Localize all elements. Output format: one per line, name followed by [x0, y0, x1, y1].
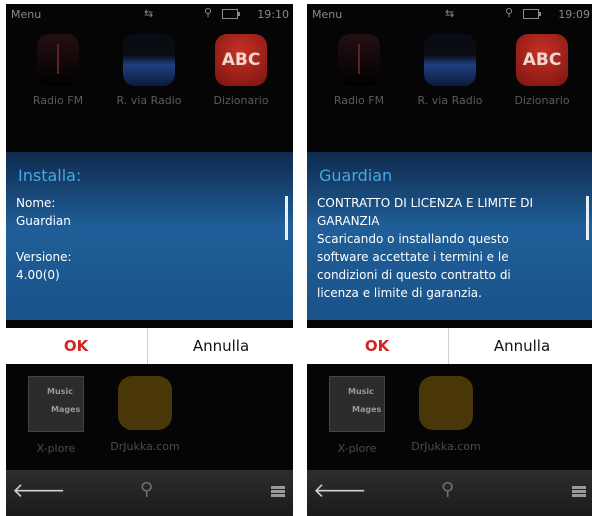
dialog-body: CONTRATTO DI LICENZA E LIMITE DI GARANZI…: [317, 194, 567, 302]
options-menu-icon[interactable]: [271, 486, 285, 497]
options-menu-icon[interactable]: [572, 486, 586, 497]
app-label: Dizionario: [213, 94, 269, 107]
icon-text: Music: [47, 387, 73, 396]
search-icon[interactable]: ⚲: [140, 479, 153, 500]
app-radio-fm[interactable]: Radio FM: [319, 34, 399, 107]
app-x-plore[interactable]: Music Mages X-plore: [11, 376, 101, 455]
app-label: Dizionario: [514, 94, 570, 107]
app-label: Radio FM: [32, 94, 84, 107]
dialog-buttons: OK Annulla: [307, 328, 592, 364]
app-dizionario[interactable]: ABC Dizionario: [201, 34, 281, 107]
battery-icon: [222, 9, 240, 19]
dialog-title: Guardian: [319, 166, 393, 185]
folder-icon: [419, 376, 473, 430]
radio-icon: [37, 34, 79, 86]
dialog-line: software accettate i termini e le: [317, 250, 509, 264]
app-label: DrJukka.com: [110, 440, 180, 453]
app-label: DrJukka.com: [411, 440, 481, 453]
signal-icon: ⇆: [144, 7, 154, 20]
dictionary-icon: ABC: [516, 34, 568, 86]
cancel-button[interactable]: Annulla: [448, 328, 592, 364]
ok-button[interactable]: OK: [307, 328, 447, 364]
battery-icon: [523, 9, 541, 19]
app-radio-via-radio[interactable]: R. via Radio: [109, 34, 189, 107]
clock: 19:10: [257, 8, 289, 21]
menu-label[interactable]: Menu: [11, 8, 41, 21]
app-label: X-plore: [337, 442, 377, 455]
bottom-navbar: 🡐 ⚲: [6, 470, 293, 516]
icon-text: Mages: [51, 405, 81, 414]
signal-icon: ⇆: [445, 7, 455, 20]
network-icon: ⚲: [204, 6, 213, 19]
bottom-navbar: 🡐 ⚲: [307, 470, 592, 516]
app-label: Radio FM: [333, 94, 385, 107]
app-drjukka[interactable]: DrJukka.com: [100, 376, 190, 453]
ok-button[interactable]: OK: [6, 328, 146, 364]
dialog-body: Nome: Guardian Versione: 4.00(0): [16, 194, 266, 284]
wireless-radio-icon: [123, 34, 175, 86]
clock: 19:09: [558, 8, 590, 21]
dialog-line: condizioni di questo contratto di: [317, 268, 511, 282]
phone-screen-license: Menu ⇆ ⚲ 19:09 Radio FM R. via Radio ABC…: [307, 4, 592, 516]
wireless-radio-icon: [424, 34, 476, 86]
cancel-button[interactable]: Annulla: [147, 328, 293, 364]
x-plore-icon: Music Mages: [28, 376, 84, 432]
dialog-line: 4.00(0): [16, 268, 60, 282]
dialog-line: CONTRATTO DI LICENZA E LIMITE DI: [317, 196, 533, 210]
app-label: R. via Radio: [116, 94, 182, 107]
icon-text: Music: [348, 387, 374, 396]
x-plore-icon: Music Mages: [329, 376, 385, 432]
app-label: R. via Radio: [417, 94, 483, 107]
status-bar: Menu ⇆ ⚲ 19:09: [307, 4, 592, 26]
app-label: X-plore: [36, 442, 76, 455]
status-bar: Menu ⇆ ⚲ 19:10: [6, 4, 293, 26]
app-radio-fm[interactable]: Radio FM: [18, 34, 98, 107]
back-arrow-icon[interactable]: 🡐: [12, 478, 66, 502]
install-dialog: Installa: Nome: Guardian Versione: 4.00(…: [6, 152, 293, 320]
dialog-line: GARANZIA: [317, 214, 380, 228]
menu-label[interactable]: Menu: [312, 8, 342, 21]
dialog-line: Nome:: [16, 196, 56, 210]
dialog-title: Installa:: [18, 166, 82, 185]
license-dialog: Guardian CONTRATTO DI LICENZA E LIMITE D…: [307, 152, 592, 320]
app-dizionario[interactable]: ABC Dizionario: [502, 34, 582, 107]
search-icon[interactable]: ⚲: [441, 479, 454, 500]
network-icon: ⚲: [505, 6, 514, 19]
app-radio-via-radio[interactable]: R. via Radio: [410, 34, 490, 107]
dialog-line: Scaricando o installando questo: [317, 232, 509, 246]
radio-icon: [338, 34, 380, 86]
app-drjukka[interactable]: DrJukka.com: [401, 376, 491, 453]
icon-text: Mages: [352, 405, 382, 414]
dialog-scrollbar[interactable]: [586, 196, 589, 240]
app-x-plore[interactable]: Music Mages X-plore: [312, 376, 402, 455]
dictionary-icon: ABC: [215, 34, 267, 86]
dialog-buttons: OK Annulla: [6, 328, 293, 364]
folder-icon: [118, 376, 172, 430]
back-arrow-icon[interactable]: 🡐: [313, 478, 367, 502]
phone-screen-install: Menu ⇆ ⚲ 19:10 Radio FM R. via Radio ABC…: [6, 4, 293, 516]
dialog-line: licenza e limite di garanzia.: [317, 286, 482, 300]
dialog-line: Guardian: [16, 214, 71, 228]
dialog-line: [16, 230, 266, 248]
dialog-line: Versione:: [16, 250, 72, 264]
dialog-scrollbar[interactable]: [285, 196, 288, 240]
